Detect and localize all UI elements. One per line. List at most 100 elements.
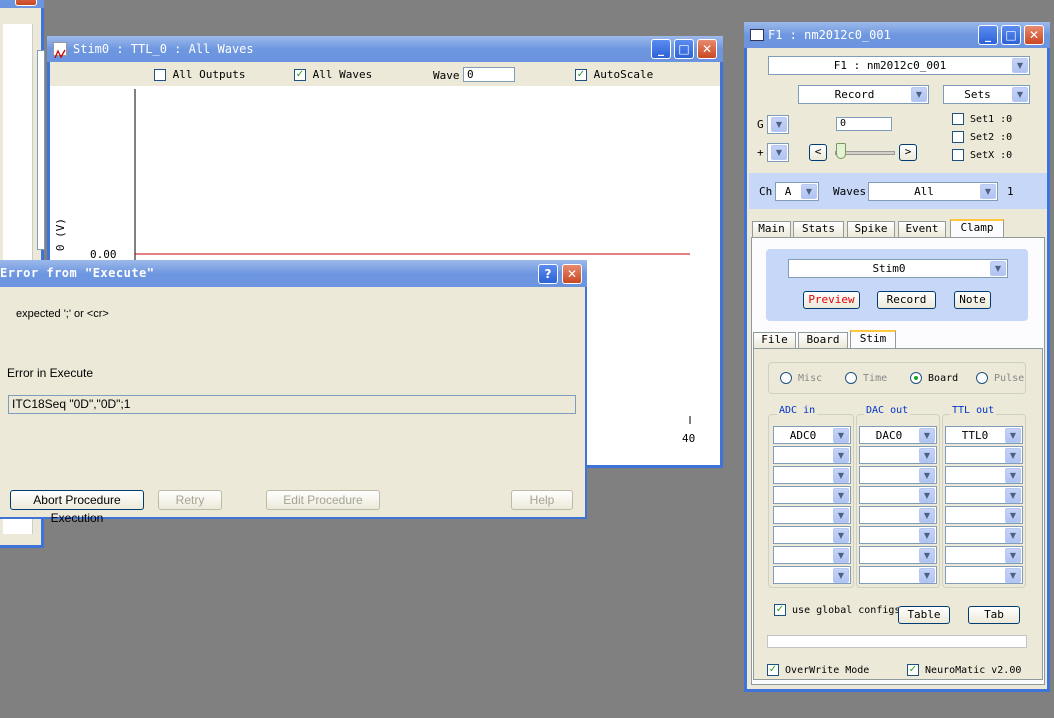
setx-checkbox[interactable] — [952, 149, 964, 161]
chevron-down-icon[interactable]: ▼ — [980, 184, 996, 199]
note-button[interactable]: Note — [954, 291, 991, 309]
dac-select[interactable]: ▼ — [859, 506, 937, 524]
chevron-down-icon[interactable]: ▼ — [1005, 468, 1021, 483]
set1-toggle[interactable]: Set1 :0 — [952, 113, 1012, 125]
chevron-down-icon[interactable]: ▼ — [1005, 528, 1021, 543]
maximize-button[interactable]: □ — [674, 39, 694, 59]
chevron-down-icon[interactable]: ▼ — [1012, 87, 1028, 102]
adc-select[interactable]: ▼ — [773, 546, 851, 564]
ttl-select[interactable]: ▼ — [945, 486, 1023, 504]
ttl-select[interactable]: ▼ — [945, 506, 1023, 524]
adc-select[interactable]: ADC0 ▼ — [773, 426, 851, 444]
chevron-down-icon[interactable]: ▼ — [833, 488, 849, 503]
radio-board-button[interactable] — [910, 372, 922, 384]
mode-select[interactable]: Record ▼ — [798, 85, 929, 104]
tab-main[interactable]: Main — [752, 221, 791, 237]
use-global-toggle[interactable]: ✓ use global configs — [774, 604, 900, 616]
radio-misc[interactable]: Misc — [780, 372, 822, 384]
chevron-down-icon[interactable]: ▼ — [919, 488, 935, 503]
chevron-down-icon[interactable]: ▼ — [833, 528, 849, 543]
set1-checkbox[interactable] — [952, 113, 964, 125]
radio-pulse[interactable]: Pulse — [976, 372, 1024, 384]
radio-board[interactable]: Board — [910, 372, 958, 384]
radio-misc-button[interactable] — [780, 372, 792, 384]
nm-close-button[interactable]: ✕ — [1024, 25, 1044, 45]
tab-stats[interactable]: Stats — [793, 221, 844, 237]
set2-toggle[interactable]: Set2 :0 — [952, 131, 1012, 143]
help-button[interactable]: Help — [511, 490, 573, 510]
tab-clamp[interactable]: Clamp — [950, 219, 1004, 237]
channel-select[interactable]: A ▼ — [775, 182, 819, 201]
preview-button[interactable]: Preview — [803, 291, 860, 309]
edit-procedure-button[interactable]: Edit Procedure — [266, 490, 380, 510]
all-waves-checkbox[interactable]: ✓ — [294, 69, 306, 81]
chevron-down-icon[interactable]: ▼ — [1005, 488, 1021, 503]
subtab-file[interactable]: File — [753, 332, 796, 348]
chevron-down-icon[interactable]: ▼ — [1005, 428, 1021, 443]
radio-pulse-button[interactable] — [976, 372, 988, 384]
chevron-down-icon[interactable]: ▼ — [919, 548, 935, 563]
set2-checkbox[interactable] — [952, 131, 964, 143]
chevron-down-icon[interactable]: ▼ — [919, 448, 935, 463]
chevron-down-icon[interactable]: ▼ — [833, 568, 849, 583]
adc-select[interactable]: ▼ — [773, 506, 851, 524]
use-global-checkbox[interactable]: ✓ — [774, 604, 786, 616]
left-window-close-button[interactable]: ✕ — [15, 0, 37, 6]
record-button[interactable]: Record — [877, 291, 936, 309]
g-select[interactable]: ▼ — [767, 115, 789, 134]
chevron-down-icon[interactable]: ▼ — [1005, 568, 1021, 583]
chevron-down-icon[interactable]: ▼ — [919, 508, 935, 523]
chevron-down-icon[interactable]: ▼ — [1005, 548, 1021, 563]
subtab-stim[interactable]: Stim — [850, 330, 896, 348]
dac-select[interactable]: ▼ — [859, 566, 937, 584]
chevron-down-icon[interactable]: ▼ — [990, 261, 1006, 276]
folder-select[interactable]: F1 : nm2012c0_001 ▼ — [768, 56, 1030, 75]
wave-input[interactable]: 0 — [463, 67, 515, 82]
adc-select[interactable]: ▼ — [773, 466, 851, 484]
dac-select[interactable]: ▼ — [859, 546, 937, 564]
chevron-down-icon[interactable]: ▼ — [1012, 58, 1028, 73]
overwrite-checkbox[interactable]: ✓ — [767, 664, 779, 676]
adc-select[interactable]: ▼ — [773, 446, 851, 464]
chevron-down-icon[interactable]: ▼ — [833, 448, 849, 463]
dac-select[interactable]: ▼ — [859, 486, 937, 504]
chevron-down-icon[interactable]: ▼ — [1005, 448, 1021, 463]
ttl-select[interactable]: ▼ — [945, 466, 1023, 484]
autoscale-checkbox[interactable]: ✓ — [575, 69, 587, 81]
waves-select[interactable]: All ▼ — [868, 182, 998, 201]
nm-minimize-button[interactable]: _ — [978, 25, 998, 45]
ttl-select[interactable]: ▼ — [945, 566, 1023, 584]
tab-event[interactable]: Event — [898, 221, 946, 237]
adc-select[interactable]: ▼ — [773, 486, 851, 504]
dac-select[interactable]: ▼ — [859, 526, 937, 544]
adc-select[interactable]: ▼ — [773, 566, 851, 584]
chevron-down-icon[interactable]: ▼ — [833, 548, 849, 563]
radio-time-button[interactable] — [845, 372, 857, 384]
ttl-select[interactable]: ▼ — [945, 546, 1023, 564]
error-close-button[interactable]: ✕ — [562, 264, 582, 284]
ttl-select[interactable]: ▼ — [945, 446, 1023, 464]
chevron-down-icon[interactable]: ▼ — [771, 145, 787, 160]
tab-spike[interactable]: Spike — [847, 221, 895, 237]
dac-select[interactable]: ▼ — [859, 446, 937, 464]
chevron-down-icon[interactable]: ▼ — [911, 87, 927, 102]
overwrite-toggle[interactable]: ✓ OverWrite Mode — [767, 664, 869, 676]
chevron-down-icon[interactable]: ▼ — [919, 468, 935, 483]
dac-select[interactable]: ▼ — [859, 466, 937, 484]
chevron-down-icon[interactable]: ▼ — [833, 428, 849, 443]
help-button-title[interactable]: ? — [538, 264, 558, 284]
minimize-button[interactable]: _ — [651, 39, 671, 59]
chevron-down-icon[interactable]: ▼ — [919, 568, 935, 583]
version-checkbox[interactable]: ✓ — [907, 664, 919, 676]
chevron-down-icon[interactable]: ▼ — [801, 184, 817, 199]
ttl-select[interactable]: ▼ — [945, 526, 1023, 544]
abort-procedure-button[interactable]: Abort Procedure Execution — [10, 490, 144, 525]
chevron-down-icon[interactable]: ▼ — [833, 508, 849, 523]
close-button[interactable]: ✕ — [697, 39, 717, 59]
chevron-down-icon[interactable]: ▼ — [1005, 508, 1021, 523]
adc-select[interactable]: ▼ — [773, 526, 851, 544]
sets-select[interactable]: Sets ▼ — [943, 85, 1030, 104]
left-window-scrollbar[interactable] — [37, 50, 45, 250]
chevron-down-icon[interactable]: ▼ — [833, 468, 849, 483]
ttl-select[interactable]: TTL0 ▼ — [945, 426, 1023, 444]
